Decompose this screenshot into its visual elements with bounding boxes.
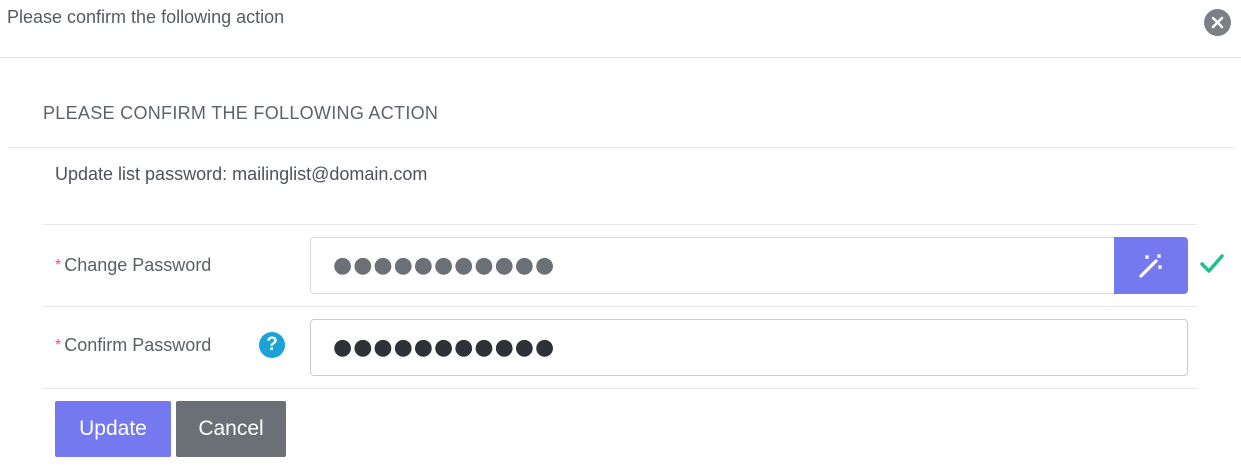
divider bbox=[43, 224, 1197, 225]
change-password-label-text: Change Password bbox=[64, 255, 212, 275]
modal-title: Please confirm the following action bbox=[7, 7, 285, 27]
confirm-password-label-text: Confirm Password bbox=[64, 335, 212, 355]
update-button[interactable]: Update bbox=[55, 401, 171, 457]
confirm-password-label: * Confirm Password bbox=[55, 335, 211, 356]
close-icon bbox=[1211, 16, 1224, 29]
required-marker: * bbox=[55, 256, 62, 274]
password-valid-check-icon bbox=[1200, 253, 1224, 275]
divider bbox=[43, 388, 1197, 389]
change-password-input[interactable] bbox=[310, 237, 1114, 294]
close-button[interactable] bbox=[1204, 9, 1231, 36]
section-heading: PLEASE CONFIRM THE FOLLOWING ACTION bbox=[43, 103, 439, 123]
divider bbox=[43, 306, 1197, 307]
question-circle-icon[interactable]: ? bbox=[259, 332, 285, 358]
modal-header: Please confirm the following action bbox=[0, 0, 1241, 58]
confirm-action-modal: Please confirm the following action PLEA… bbox=[0, 0, 1241, 466]
divider bbox=[8, 147, 1234, 148]
action-description: Update list password: mailinglist@domain… bbox=[55, 164, 428, 184]
cancel-button[interactable]: Cancel bbox=[176, 401, 286, 457]
magic-wand-icon bbox=[1139, 253, 1162, 278]
change-password-label: * Change Password bbox=[55, 255, 211, 276]
required-marker: * bbox=[55, 336, 62, 354]
generate-password-button[interactable] bbox=[1114, 237, 1188, 294]
confirm-password-input[interactable] bbox=[310, 319, 1188, 376]
change-password-group bbox=[310, 237, 1188, 294]
